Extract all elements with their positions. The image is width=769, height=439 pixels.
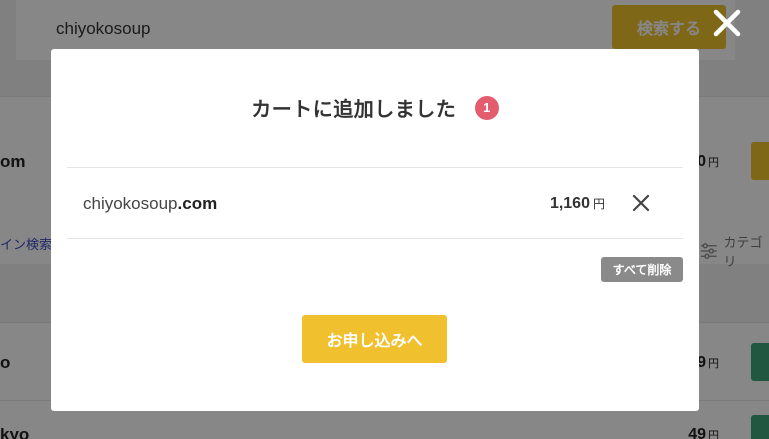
delete-all-button[interactable]: すべて削除 [601, 257, 683, 282]
close-icon[interactable] [710, 6, 744, 40]
domain-name: chiyokosoup [83, 194, 178, 213]
cart-item-price: 1,160 円 [550, 195, 605, 213]
modal-header: カートに追加しました 1 [51, 93, 699, 122]
close-icon[interactable] [631, 193, 651, 213]
cart-item: chiyokosoup.com 1,160 円 [67, 168, 683, 238]
price-value: 1,160 [549, 195, 590, 212]
modal-title: カートに追加しました [251, 99, 457, 121]
divider [67, 238, 683, 239]
domain-tld: .com [177, 194, 218, 213]
price-unit: 円 [592, 197, 605, 211]
cart-count-badge: 1 [474, 95, 499, 120]
cart-item-domain: chiyokosoup.com [83, 194, 217, 214]
checkout-button[interactable]: お申し込みへ [302, 315, 447, 363]
cart-modal: カートに追加しました 1 chiyokosoup.com 1,160 円 すべて削… [51, 49, 699, 411]
